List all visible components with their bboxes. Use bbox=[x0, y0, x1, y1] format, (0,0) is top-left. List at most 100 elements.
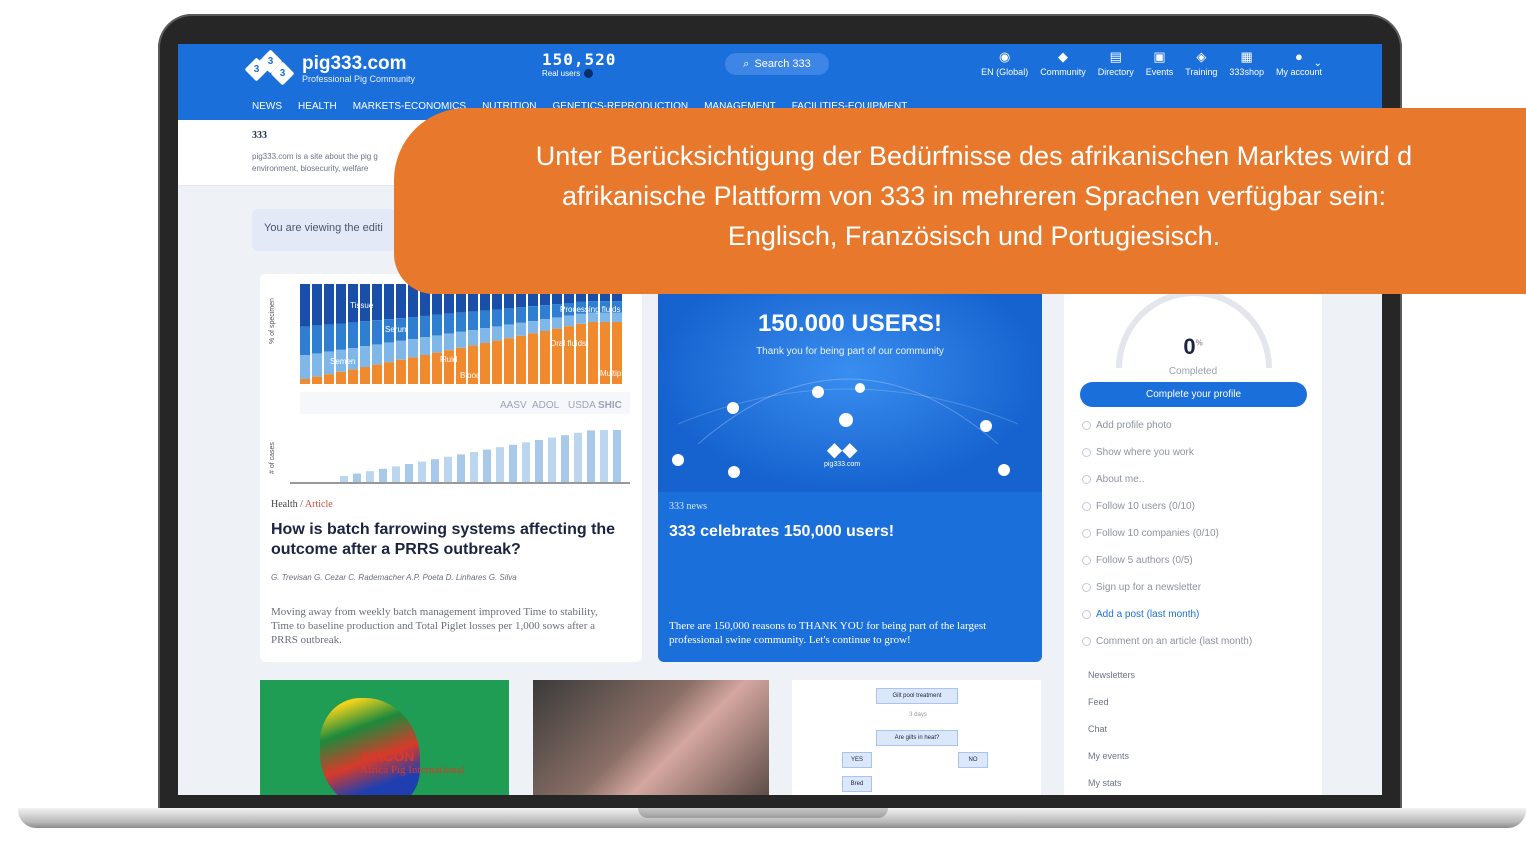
figure-case-bar bbox=[522, 442, 530, 482]
laptop-notch bbox=[638, 808, 888, 818]
search-button[interactable]: ⌕ Search 333 bbox=[725, 53, 829, 75]
task-comment[interactable]: Comment on an article (last month) bbox=[1082, 636, 1252, 647]
article-authors[interactable]: G. Trevisan G. Cezar C. Rademacher A.P. … bbox=[271, 573, 517, 582]
figure-bar-segment bbox=[480, 343, 490, 384]
nav-item-directory[interactable]: ▤ Directory bbox=[1098, 49, 1134, 77]
callout-text: Unter Berücksichtigung der Bedürfnisse d… bbox=[535, 141, 1413, 251]
nav-item-events[interactable]: ▣ Events bbox=[1146, 49, 1174, 77]
figure-area-label: Blood bbox=[460, 371, 480, 380]
training-icon: ◈ bbox=[1196, 49, 1207, 64]
directory-icon: ▤ bbox=[1109, 49, 1122, 64]
figure-case-bar bbox=[470, 452, 478, 482]
figure-bar-segment bbox=[312, 353, 322, 377]
figure-case-bar bbox=[444, 456, 452, 482]
figure-bar-segment bbox=[528, 333, 538, 384]
figure-bar-segment bbox=[468, 311, 478, 331]
apicon-title: APICON bbox=[360, 748, 415, 764]
figure-bar-segment bbox=[300, 379, 310, 384]
figure-bar-segment bbox=[336, 284, 346, 324]
figure-bar-segment bbox=[348, 322, 358, 349]
figure-bar-segment bbox=[480, 310, 490, 329]
search-label: Search 333 bbox=[754, 58, 811, 70]
article-category[interactable]: Health / Article bbox=[271, 499, 333, 510]
figure-bar-segment bbox=[504, 324, 514, 339]
figure-bar-segment bbox=[360, 321, 370, 347]
figure-bar-segment bbox=[420, 355, 430, 384]
site-name: pig333.com bbox=[302, 53, 407, 74]
figure-case-bar bbox=[574, 432, 582, 482]
task-follow-users[interactable]: Follow 10 users (0/10) bbox=[1082, 501, 1195, 512]
users-count-label: Real users bbox=[542, 69, 581, 78]
info-icon[interactable] bbox=[584, 69, 594, 78]
figure-bar-segment bbox=[516, 335, 526, 384]
figure-case-bar bbox=[379, 468, 387, 482]
users-counter: 150,520 Real users bbox=[542, 50, 616, 78]
stacked-bars-figure: Tissue Serum Semen Fluid Oral fluids Processi… bbox=[300, 284, 628, 384]
figure-bar-segment bbox=[468, 330, 478, 346]
category-health[interactable]: HEALTH bbox=[298, 101, 337, 112]
figure-bar-segment bbox=[300, 326, 310, 356]
figure-bar-segment bbox=[516, 307, 526, 323]
figure-bar-segment bbox=[492, 340, 502, 384]
figure-bar-segment bbox=[360, 346, 370, 367]
sidebar-link-chat[interactable]: Chat bbox=[1088, 724, 1107, 734]
task-follow-authors[interactable]: Follow 5 authors (0/5) bbox=[1082, 555, 1193, 566]
figure-bar-segment bbox=[348, 369, 358, 384]
figure-bar-segment bbox=[420, 337, 430, 355]
flowchart-card[interactable]: Gilt pool treatment 3 days Are gilts in … bbox=[792, 680, 1041, 795]
site-logo[interactable]: 3 3 3 pig333.com Professional Pig Commun… bbox=[244, 49, 415, 86]
chevron-down-icon[interactable]: ⌄ bbox=[1314, 58, 1322, 69]
nav-item-language[interactable]: ◉ EN (Global) bbox=[981, 49, 1028, 77]
logo-strip: AASV ADOL USDA SHIC bbox=[300, 392, 630, 414]
news-description: There are 150,000 reasons to THANK YOU f… bbox=[669, 620, 987, 646]
figure-case-bar bbox=[353, 473, 361, 482]
intro-text: pig333.com is a site about the pig g env… bbox=[252, 152, 378, 173]
figure-bar-segment bbox=[324, 284, 334, 325]
figure-bar-segment bbox=[300, 355, 310, 379]
nav-item-training[interactable]: ◈ Training bbox=[1185, 49, 1217, 77]
nav-item-community[interactable]: ◆ Community bbox=[1040, 49, 1086, 77]
sidebar-link-my-stats[interactable]: My stats bbox=[1088, 778, 1122, 788]
figure-bar-segment bbox=[396, 340, 406, 360]
complete-profile-button[interactable]: Complete your profile bbox=[1080, 382, 1307, 407]
flow-box-gilt-pool: Gilt pool treatment bbox=[876, 688, 958, 704]
figure-bar-segment bbox=[516, 322, 526, 336]
figure-area-label: Semen bbox=[330, 357, 355, 366]
shop-icon: ▦ bbox=[1240, 49, 1253, 64]
account-icon: ● bbox=[1295, 49, 1303, 64]
figure-bar-segment bbox=[408, 317, 418, 340]
apicon-card[interactable]: APICON Africa Pig International bbox=[260, 680, 509, 795]
task-newsletter[interactable]: Sign up for a newsletter bbox=[1082, 582, 1201, 593]
news-category[interactable]: 333 news bbox=[669, 501, 707, 512]
africa-map-image bbox=[320, 698, 420, 795]
figure-bar-segment bbox=[552, 317, 562, 329]
figure-bar-segment bbox=[384, 284, 394, 320]
pig-photo-card[interactable] bbox=[533, 680, 769, 795]
article-card[interactable]: Tissue Serum Semen Fluid Oral fluids Processi… bbox=[260, 274, 642, 662]
logo-mark-icon: 3 3 3 bbox=[244, 49, 295, 86]
news-title[interactable]: 333 celebrates 150,000 users! bbox=[669, 522, 1029, 542]
figure-bar-segment bbox=[456, 312, 466, 332]
logo-mark-icon: ◆◆ bbox=[826, 439, 858, 461]
news-card[interactable]: 150.000 USERS! Thank you for being part … bbox=[658, 274, 1042, 662]
task-follow-companies[interactable]: Follow 10 companies (0/10) bbox=[1082, 528, 1219, 539]
sidebar-link-my-events[interactable]: My events bbox=[1088, 751, 1129, 761]
task-about-me[interactable]: About me.. bbox=[1082, 474, 1144, 485]
figure-bar-segment bbox=[324, 374, 334, 384]
figure-bar-segment bbox=[432, 314, 442, 336]
article-description: Moving away from weekly batch management… bbox=[271, 606, 598, 646]
article-title[interactable]: How is batch farrowing systems affecting… bbox=[271, 520, 631, 560]
figure-bar-segment bbox=[564, 315, 574, 327]
svg-text:# of cases: # of cases bbox=[269, 442, 276, 474]
sidebar-link-newsletters[interactable]: Newsletters bbox=[1088, 670, 1135, 680]
nav-item-shop[interactable]: ▦ 333shop bbox=[1229, 49, 1264, 77]
category-news[interactable]: NEWS bbox=[252, 101, 282, 112]
sidebar-link-feed[interactable]: Feed bbox=[1088, 697, 1109, 707]
task-add-post[interactable]: Add a post (last month) bbox=[1082, 609, 1199, 620]
article-image: Tissue Serum Semen Fluid Oral fluids Processi… bbox=[260, 274, 642, 494]
figure-bar-segment bbox=[384, 342, 394, 363]
task-where-you-work[interactable]: Show where you work bbox=[1082, 447, 1194, 458]
figure-case-bar bbox=[483, 449, 491, 482]
figure-bar-segment bbox=[504, 308, 514, 325]
task-add-photo[interactable]: Add profile photo bbox=[1082, 420, 1172, 431]
